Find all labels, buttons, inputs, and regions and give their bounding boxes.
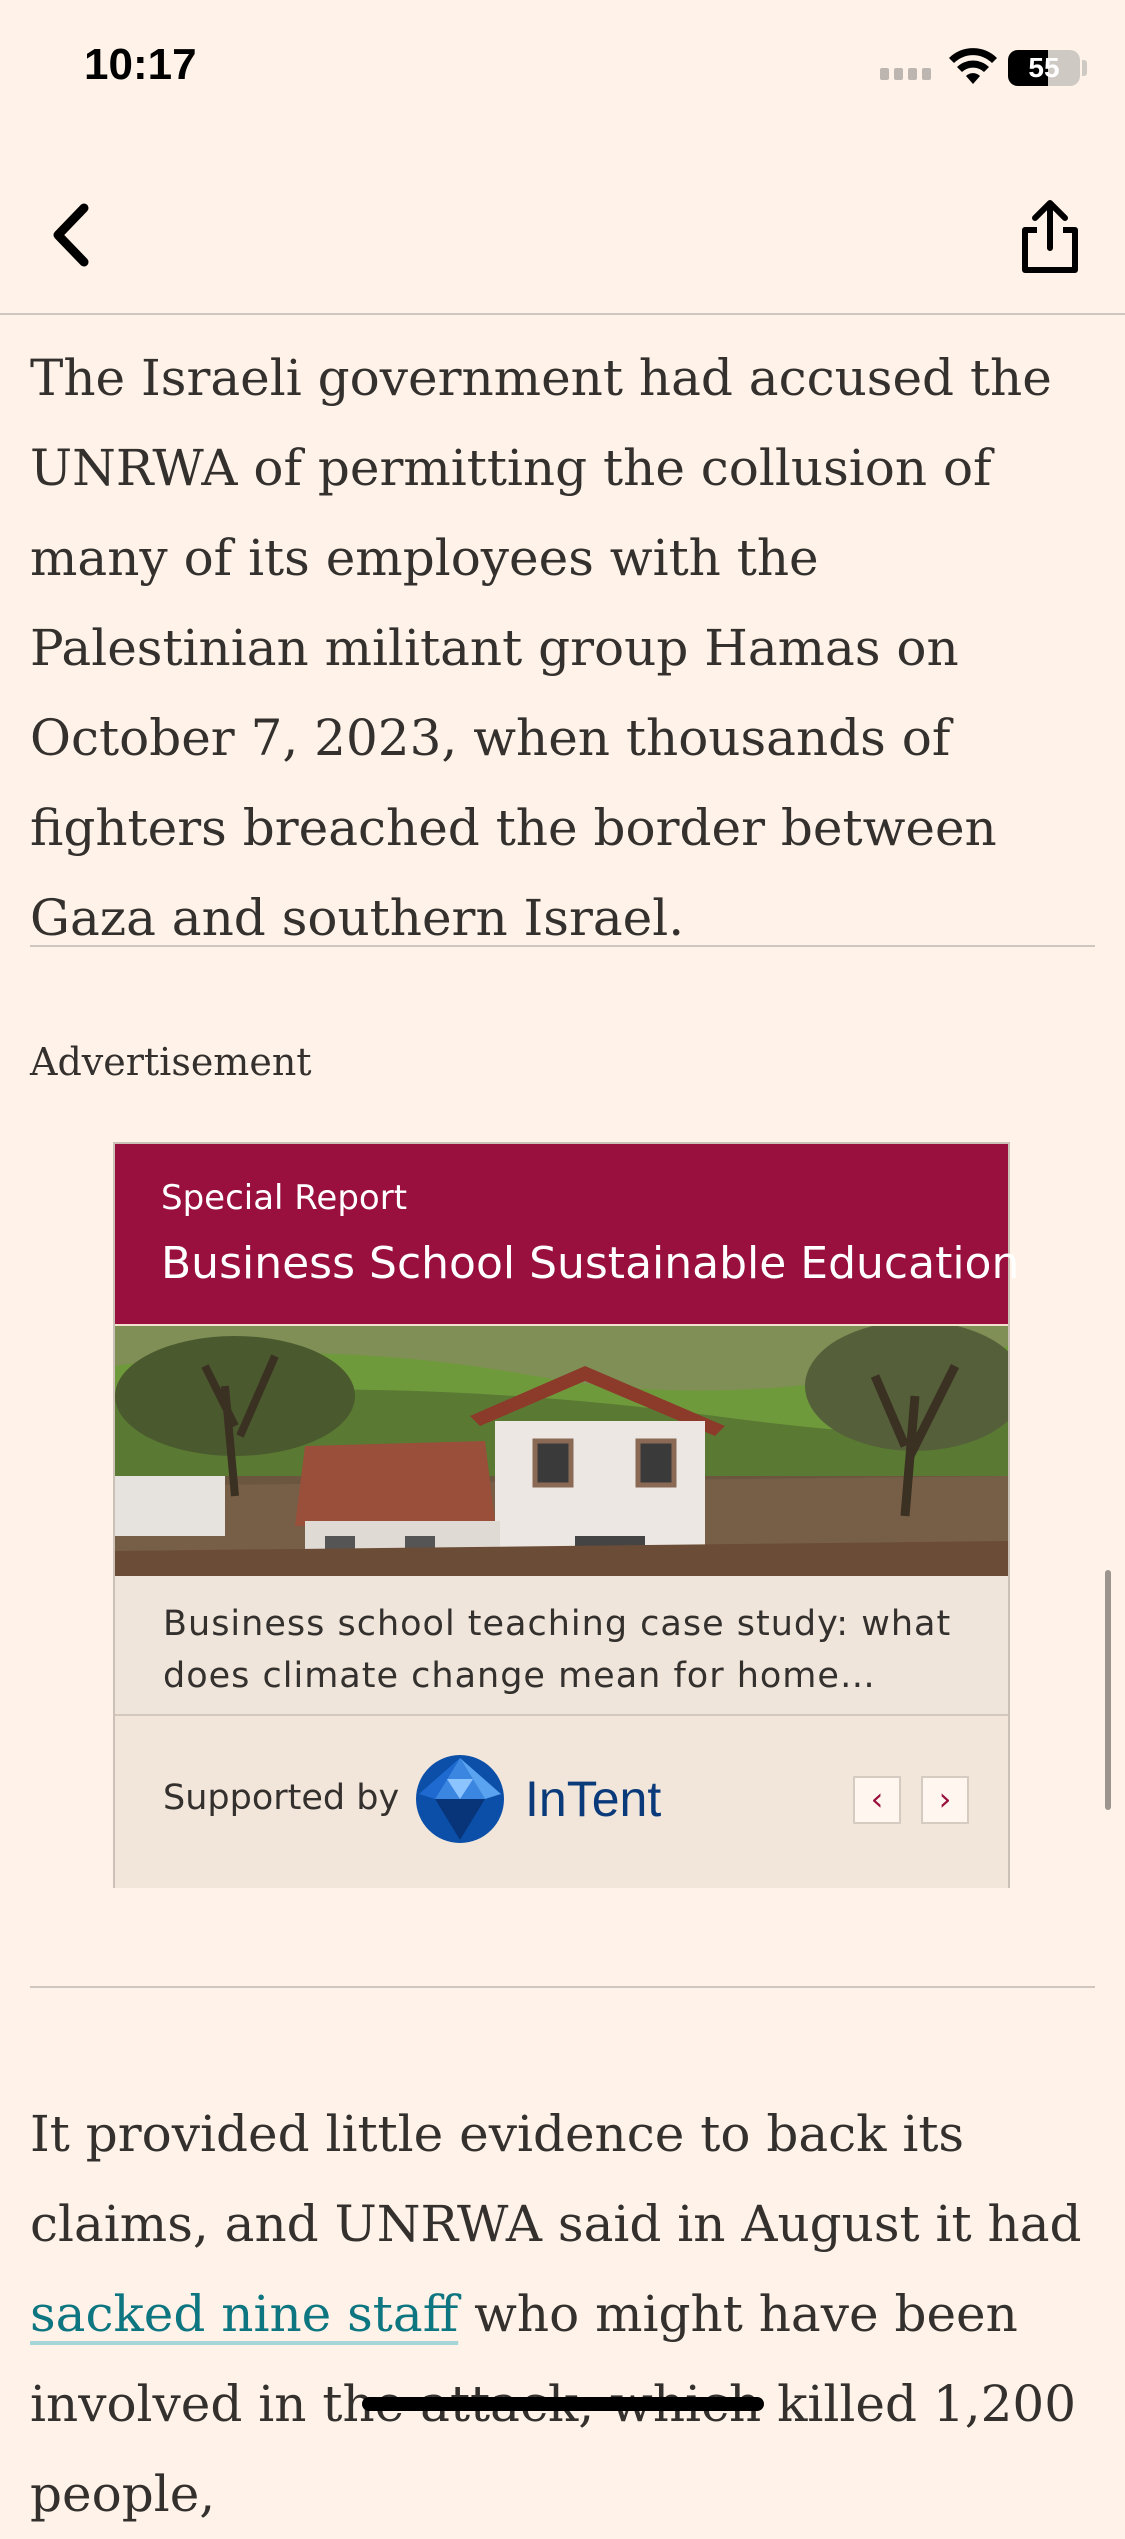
ad-header: Special Report Business School Sustainab… — [115, 1144, 1019, 1324]
share-icon — [1022, 200, 1078, 273]
battery-cap — [1082, 60, 1087, 76]
status-time: 10:17 — [84, 40, 197, 89]
sacked-nine-staff-link[interactable]: sacked nine staff — [30, 2285, 458, 2343]
paragraph-text: It provided little evidence to back its … — [30, 2105, 1082, 2253]
divider — [30, 1986, 1095, 1988]
ad-image-flooded-house — [115, 1326, 1008, 1576]
article-paragraph: The Israeli government had accused the U… — [30, 349, 1052, 947]
ad-next-button[interactable]: › — [921, 1776, 969, 1824]
battery-icon: 55 — [1008, 50, 1080, 86]
ad-caption-box: Business school teaching case study: wha… — [115, 1576, 1008, 1716]
ad-title: Business School Sustainable Education — [161, 1238, 1020, 1289]
ad-previous-button[interactable]: ‹ — [853, 1776, 901, 1824]
chevron-left-icon — [53, 203, 89, 267]
ad-kicker: Special Report — [161, 1178, 408, 1218]
cellular-signal-icon — [880, 68, 931, 80]
battery-percent: 55 — [1028, 52, 1060, 83]
scrollbar[interactable] — [1105, 1570, 1111, 1810]
advertisement-card[interactable]: Special Report Business School Sustainab… — [113, 1142, 1019, 1888]
sponsor-name: InTent — [525, 1771, 662, 1827]
ad-caption: Business school teaching case study: wha… — [163, 1604, 952, 1696]
nav-bar — [0, 140, 1125, 315]
status-bar: 10:17 55 — [0, 0, 1125, 140]
ad-footer: Supported by InTent ‹ › — [115, 1716, 1008, 1888]
sponsor-logo-icon — [416, 1755, 504, 1843]
divider — [30, 945, 1095, 947]
home-indicator[interactable] — [362, 2397, 764, 2411]
back-button[interactable] — [44, 200, 104, 270]
wifi-icon — [949, 48, 997, 84]
supported-by-label: Supported by — [163, 1778, 400, 1818]
article-paragraph: It provided little evidence to back its … — [30, 2089, 1100, 2539]
share-button[interactable] — [1015, 196, 1085, 276]
advertisement-label: Advertisement — [30, 1040, 312, 1084]
